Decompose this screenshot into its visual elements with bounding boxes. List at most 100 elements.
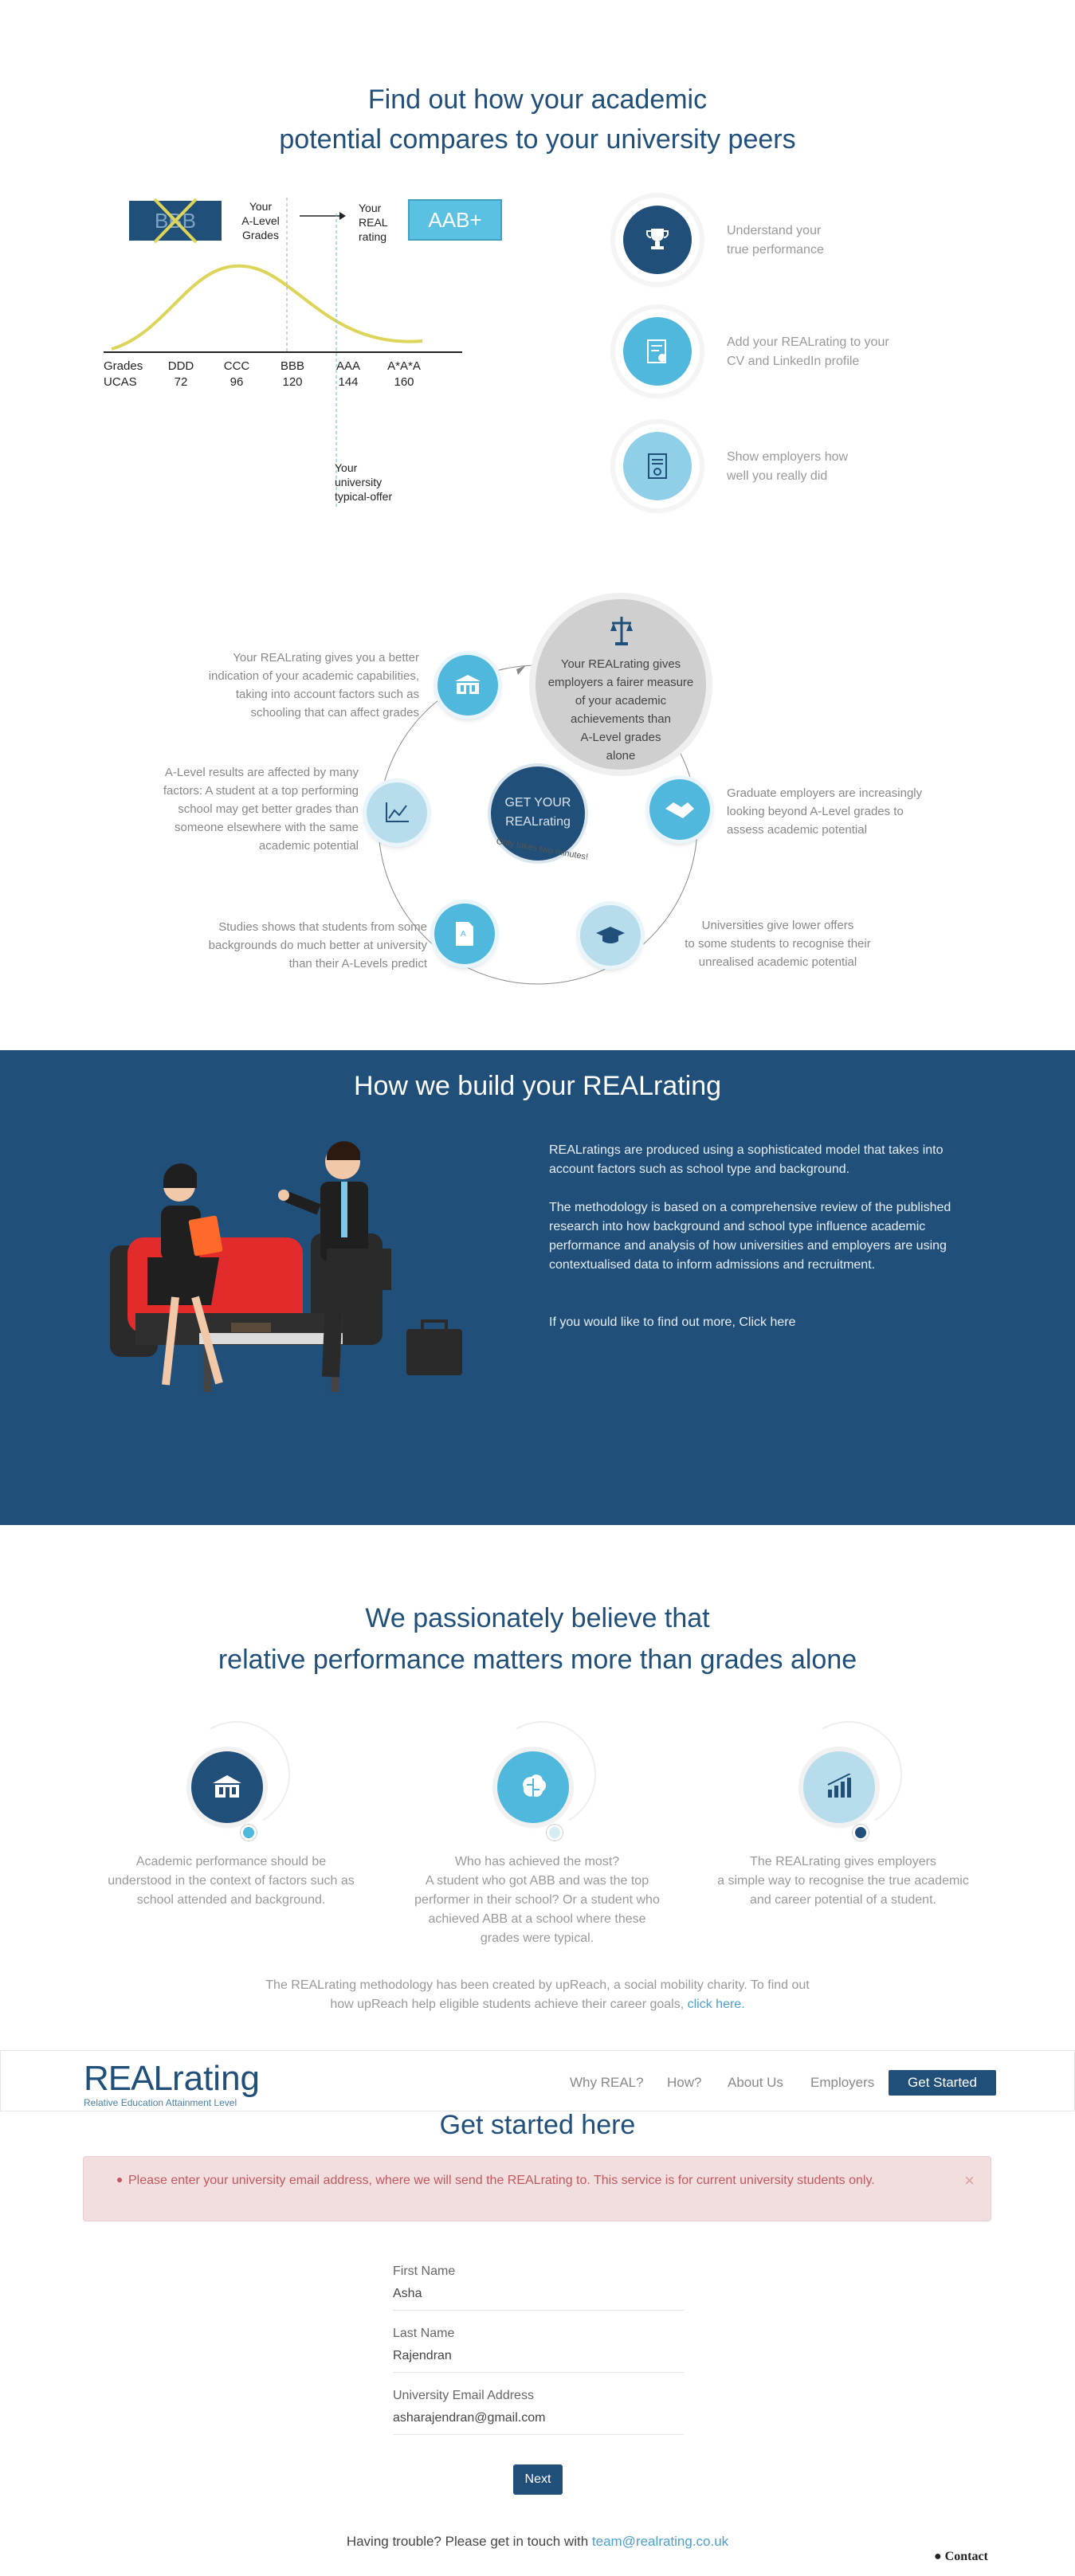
upreach-note: The REALrating methodology has been crea… <box>0 1976 1075 2014</box>
big-circle-line: A-Level grades <box>580 731 661 744</box>
text-line: a simple way to recognise the true acade… <box>717 1874 969 1888</box>
text-line: understood in the context of factors suc… <box>108 1874 355 1888</box>
trouble-text: Having trouble? Please get in touch with… <box>0 2534 1075 2550</box>
carousel-dot <box>547 1825 563 1841</box>
alert-message: Please enter your university email addre… <box>128 2174 875 2187</box>
handshake-icon <box>649 779 710 840</box>
navbar: REALrating Relative Education Attainment… <box>0 2050 1075 2111</box>
text-line: looking beyond A-Level grades to <box>727 805 904 818</box>
first-name-label: First Name <box>393 2264 456 2278</box>
carousel-dot <box>853 1825 869 1841</box>
last-name-input[interactable]: Rajendran <box>393 2349 684 2373</box>
big-circle-line: achievements than <box>571 712 671 726</box>
note-text: The REALrating methodology has been crea… <box>265 1978 810 1992</box>
text-line: Graduate employers are increasingly <box>727 786 923 800</box>
text-line: taking into account factors such as <box>235 688 419 701</box>
text-line: Your REALrating gives you a better <box>233 651 419 665</box>
bar-chart-icon <box>803 1751 875 1823</box>
chat-icon: ● <box>934 2550 942 2563</box>
first-name-field: First Name Asha <box>393 2264 684 2311</box>
note-text: how upReach help eligible students achie… <box>330 1998 688 2011</box>
text-line: academic potential <box>258 839 359 853</box>
text-line: schooling that can affect grades <box>250 706 419 719</box>
section3-title: How we build your REALrating <box>353 1071 722 1101</box>
button-line: GET YOUR <box>504 796 571 810</box>
get-started-button[interactable]: Get Started <box>889 2070 996 2096</box>
text-line: assess academic potential <box>727 823 867 837</box>
title-line: relative performance matters more than g… <box>218 1645 857 1675</box>
brain-icon <box>497 1751 569 1823</box>
text-line: A student who got ABB and was the top <box>425 1874 649 1888</box>
text-line: Universities give lower offers <box>701 919 854 932</box>
text-line: A-Level results are affected by many <box>164 766 359 779</box>
big-circle-line: of your academic <box>575 694 667 708</box>
nav-why-real[interactable]: Why REAL? <box>570 2075 644 2091</box>
logo-rating: rating <box>171 2059 261 2098</box>
text-line: Who has achieved the most? <box>454 1855 620 1868</box>
how-we-build-section: How we build your REALrating REALratings… <box>0 1050 1075 1525</box>
email-field: University Email Address asharajendran@g… <box>393 2389 684 2435</box>
logo-tagline: Relative Education Attainment Level <box>84 2097 237 2108</box>
text-line: Academic performance should be <box>135 1855 327 1868</box>
info-text-mid-left: A-Level results are affected by many fac… <box>112 763 359 855</box>
text-line: school attended and background. <box>136 1893 326 1907</box>
error-alert: Please enter your university email addre… <box>83 2156 991 2221</box>
info-text-mid-right: Graduate employers are increasingly look… <box>727 784 982 839</box>
text-line: to some students to recognise their <box>685 937 871 951</box>
find-out-more-link[interactable]: If you would like to find out more, Clic… <box>549 1313 979 1332</box>
support-email-link[interactable]: team@realrating.co.uk <box>592 2534 728 2549</box>
text-line: The REALrating gives employers <box>750 1855 936 1868</box>
last-name-label: Last Name <box>393 2327 455 2340</box>
text-line: performer in their school? Or a student … <box>414 1893 660 1907</box>
logo-real: REAL <box>84 2059 173 2098</box>
text-line: grades were typical. <box>480 1931 594 1945</box>
process-ring <box>378 665 698 985</box>
bullet-icon <box>117 2178 122 2182</box>
nav-about-us[interactable]: About Us <box>728 2075 783 2091</box>
section4-title: We passionately believe that relative pe… <box>0 1598 1075 1680</box>
contact-label: Contact <box>944 2550 988 2563</box>
text-line: achieved ABB at a school where these <box>428 1912 646 1926</box>
text-line: indication of your academic capabilities… <box>208 669 419 683</box>
meeting-illustration <box>110 1141 462 1392</box>
close-icon[interactable]: × <box>964 2171 975 2190</box>
realrating-logo[interactable]: REALrating Relative Education Attainment… <box>84 2059 260 2108</box>
text-line: unrealised academic potential <box>698 955 857 969</box>
info-text-top-left: Your REALrating gives you a better indic… <box>143 649 419 722</box>
info-text-bottom-left: Studies shows that students from some ba… <box>143 918 427 973</box>
email-label: University Email Address <box>393 2389 534 2402</box>
text-line: backgrounds do much better at university <box>208 939 427 952</box>
first-name-input[interactable]: Asha <box>393 2287 684 2311</box>
big-circle-line: alone <box>606 749 636 763</box>
methodology-para-1: REALratings are produced using a sophist… <box>549 1143 944 1176</box>
svg-text:A: A <box>461 930 466 939</box>
big-circle-line: employers a fairer measure <box>547 676 694 689</box>
big-circle-line: Your REALrating gives <box>560 657 681 671</box>
line-chart-icon <box>367 782 427 843</box>
school-icon <box>191 1751 263 1823</box>
email-input[interactable]: asharajendran@gmail.com <box>393 2411 684 2435</box>
nav-how[interactable]: How? <box>667 2075 701 2091</box>
next-button[interactable]: Next <box>513 2464 563 2495</box>
trouble-prefix: Having trouble? Please get in touch with <box>346 2534 592 2549</box>
text-line: and career potential of a student. <box>750 1893 936 1907</box>
school-building-icon <box>437 655 498 716</box>
info-text-bottom-right: Universities give lower offers to some s… <box>650 916 905 971</box>
nav-employers[interactable]: Employers <box>810 2075 874 2091</box>
button-line: REALrating <box>505 815 571 829</box>
upreach-link[interactable]: click here. <box>688 1998 745 2011</box>
grade-paper-icon: A <box>434 904 495 964</box>
methodology-para-2: The methodology is based on a comprehens… <box>549 1201 951 1272</box>
text-line: someone elsewhere with the same <box>175 821 359 834</box>
big-info-circle: Your REALrating gives employers a fairer… <box>536 599 706 770</box>
contact-widget[interactable]: ● Contact <box>934 2550 988 2564</box>
last-name-field: Last Name Rajendran <box>393 2327 684 2373</box>
scales-icon <box>610 617 633 645</box>
text-line: than their A-Levels predict <box>288 957 427 970</box>
get-started-title: Get started here <box>439 2110 636 2140</box>
text-line: school may get better grades than <box>178 802 359 816</box>
text-line: Studies shows that students from some <box>218 920 427 934</box>
carousel-dot <box>241 1825 257 1841</box>
title-line: We passionately believe that <box>365 1603 710 1633</box>
text-line: factors: A student at a top performing <box>163 784 359 798</box>
